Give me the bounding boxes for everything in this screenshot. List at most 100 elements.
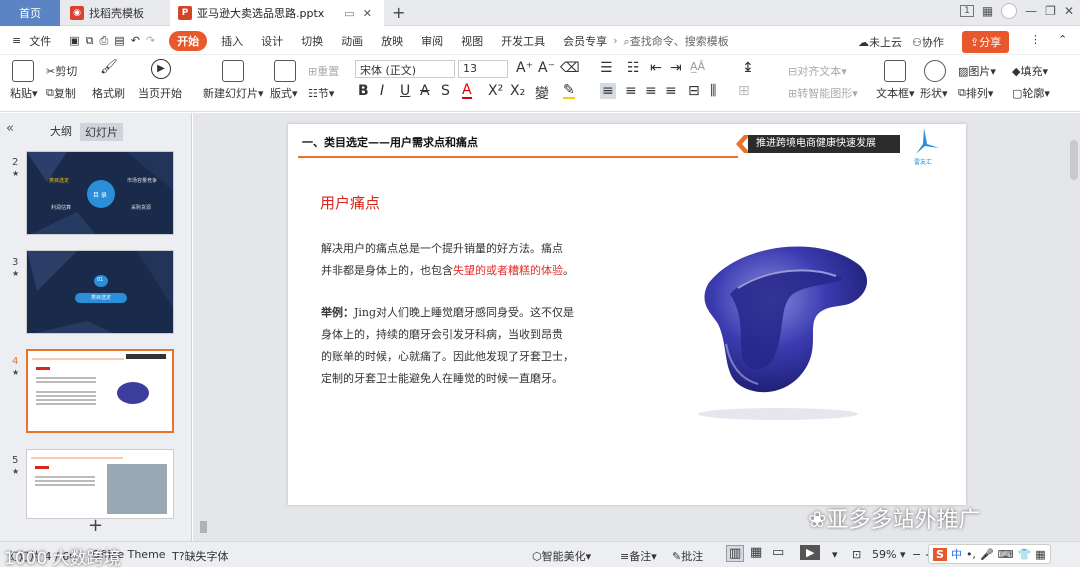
menu-item[interactable]: 动画: [341, 33, 363, 49]
fill-button[interactable]: ◆ 填充 ▾: [1012, 63, 1048, 79]
slide-thumbnail-5[interactable]: [26, 449, 174, 519]
indent-icon[interactable]: ⇥: [670, 60, 682, 76]
align-left-icon[interactable]: ≡: [600, 83, 616, 99]
shape-button[interactable]: 形状 ▾: [920, 85, 948, 101]
search-command[interactable]: ⌕查找命令、搜索模板: [624, 33, 729, 49]
cut-button[interactable]: ✂ 剪切: [46, 63, 77, 79]
close-window-icon[interactable]: ✕: [1064, 4, 1074, 18]
format-painter-button[interactable]: 格式刷: [92, 85, 125, 101]
shape-icon[interactable]: [924, 60, 946, 82]
avatar[interactable]: [1001, 3, 1018, 19]
cloud-status[interactable]: ☁未上云: [858, 34, 902, 50]
menu-file[interactable]: 文件: [29, 33, 51, 49]
zoom-level[interactable]: 59%: [872, 548, 896, 561]
outline-button[interactable]: ▢ 轮廓 ▾: [1012, 85, 1050, 101]
strikethrough-icon[interactable]: A: [420, 83, 430, 99]
horizontal-scrollbar[interactable]: [200, 521, 207, 533]
slide-thumbnail-3[interactable]: 01 类目选定: [26, 250, 174, 334]
font-color-icon[interactable]: A: [462, 83, 472, 99]
menu-item[interactable]: 设计: [261, 33, 283, 49]
vertical-scrollbar[interactable]: [1070, 140, 1078, 180]
new-slide-button[interactable]: 新建幻灯片 ▾: [203, 85, 264, 101]
comments-button[interactable]: ✎批注: [672, 548, 703, 564]
section-button[interactable]: ☷ 节 ▾: [308, 85, 334, 101]
menu-item[interactable]: 会员专享: [563, 33, 607, 49]
align-text-button[interactable]: ⊟ 对齐文本 ▾: [788, 63, 847, 79]
menu-item[interactable]: 插入: [221, 33, 243, 49]
paste-button[interactable]: 粘贴 ▾: [10, 85, 38, 101]
slide-thumbnail-2[interactable]: 目 录 类目选定 市场容量竞争 利润估算 采购货源: [26, 151, 174, 235]
save-icon[interactable]: ▣: [69, 34, 79, 47]
distribute-icon[interactable]: ⊟: [688, 83, 700, 99]
new-slide-icon[interactable]: [222, 60, 244, 82]
italic-icon[interactable]: I: [380, 83, 384, 99]
window-mode-icon[interactable]: ▭: [344, 7, 354, 20]
outdent-icon[interactable]: ⇤: [650, 60, 662, 76]
layout-button[interactable]: 版式 ▾: [270, 85, 298, 101]
share-button[interactable]: ⇪分享: [962, 31, 1010, 53]
reset-button[interactable]: ⊞ 重置: [308, 63, 339, 79]
export-icon[interactable]: ⧉: [86, 34, 94, 48]
add-slide-icon[interactable]: +: [88, 515, 103, 536]
align-center-icon[interactable]: ≡: [625, 83, 637, 99]
bold-icon[interactable]: B: [358, 83, 369, 99]
print-icon[interactable]: ⎙: [99, 34, 108, 48]
copy-button[interactable]: ⧉ 复制: [46, 85, 76, 101]
decrease-font-icon[interactable]: A⁻: [538, 60, 555, 76]
font-name-select[interactable]: 宋体 (正文): [355, 60, 455, 78]
align-right-icon[interactable]: ≡: [645, 83, 657, 99]
menu-item[interactable]: 开发工具: [501, 33, 545, 49]
paste-icon[interactable]: [12, 60, 34, 82]
dropdown-caret-icon[interactable]: ▾: [832, 548, 838, 561]
normal-view-icon[interactable]: ▥: [726, 545, 745, 562]
zoom-out-icon[interactable]: −: [912, 548, 921, 561]
missing-font-button[interactable]: T?缺失字体: [172, 548, 229, 564]
fit-window-icon[interactable]: ⊡: [852, 548, 861, 561]
increase-font-icon[interactable]: A⁺: [516, 60, 533, 76]
beautify-button[interactable]: ⬡智能美化▾: [532, 548, 591, 564]
menu-item[interactable]: 视图: [461, 33, 483, 49]
close-tab-icon[interactable]: ✕: [363, 7, 372, 20]
picture-button[interactable]: ▨ 图片 ▾: [958, 63, 996, 79]
underline-icon[interactable]: U: [400, 83, 410, 99]
reading-view-icon[interactable]: ▭: [772, 545, 784, 560]
layout-icon[interactable]: [274, 60, 296, 82]
format-painter-icon[interactable]: 🖌: [100, 59, 118, 75]
smartart-button[interactable]: ⊞ 转智能图形 ▾: [788, 85, 858, 101]
ime-toolbar[interactable]: S 中 •, 🎤 ⌨ 👕 ▦: [928, 544, 1051, 564]
vertical-align-icon[interactable]: ⊞: [738, 83, 750, 99]
tab-outline[interactable]: 大纲: [50, 123, 72, 141]
redo-icon[interactable]: ↷: [146, 34, 155, 47]
highlight-icon[interactable]: ✎: [563, 83, 575, 99]
bullet-list-icon[interactable]: ☰: [600, 60, 613, 76]
menu-start[interactable]: 开始: [169, 30, 208, 51]
notes-button[interactable]: ≡备注▾: [620, 548, 657, 564]
restore-icon[interactable]: ❐: [1045, 4, 1056, 18]
minimize-icon[interactable]: —: [1025, 4, 1037, 18]
textbox-icon[interactable]: [884, 60, 906, 82]
more-options-icon[interactable]: ⋮: [1030, 33, 1041, 46]
slide-canvas[interactable]: 一、类目选定——用户需求点和痛点 推进跨境电商健康快速发展 雷友汇 用户痛点 解…: [288, 124, 966, 505]
text-direction-icon[interactable]: A̲Ā: [690, 60, 705, 73]
more-menu-icon[interactable]: ›: [613, 34, 617, 47]
window-layout-icon[interactable]: 1: [960, 5, 974, 17]
mouthguard-image[interactable]: [668, 224, 908, 424]
font-size-select[interactable]: 13: [458, 60, 508, 78]
columns-icon[interactable]: ⫼: [710, 83, 716, 99]
menu-item[interactable]: 切换: [301, 33, 323, 49]
play-icon[interactable]: ▶: [151, 59, 171, 79]
numbered-list-icon[interactable]: ☷: [627, 60, 640, 76]
line-spacing-icon[interactable]: ↨: [742, 60, 754, 76]
subscript-icon[interactable]: X₂: [510, 83, 525, 99]
menu-item[interactable]: 审阅: [421, 33, 443, 49]
sorter-view-icon[interactable]: ▦: [750, 545, 762, 560]
collapse-panel-icon[interactable]: «: [6, 121, 14, 136]
collapse-ribbon-icon[interactable]: ⌃: [1058, 33, 1067, 46]
textbox-button[interactable]: 文本框 ▾: [876, 85, 915, 101]
menu-item[interactable]: 放映: [381, 33, 403, 49]
play-slideshow-icon[interactable]: ▶: [800, 545, 821, 560]
superscript-icon[interactable]: X²: [488, 83, 503, 99]
shadow-icon[interactable]: S: [441, 83, 450, 99]
hamburger-icon[interactable]: ≡: [12, 34, 21, 47]
arrange-button[interactable]: ⧉ 排列 ▾: [958, 85, 993, 101]
